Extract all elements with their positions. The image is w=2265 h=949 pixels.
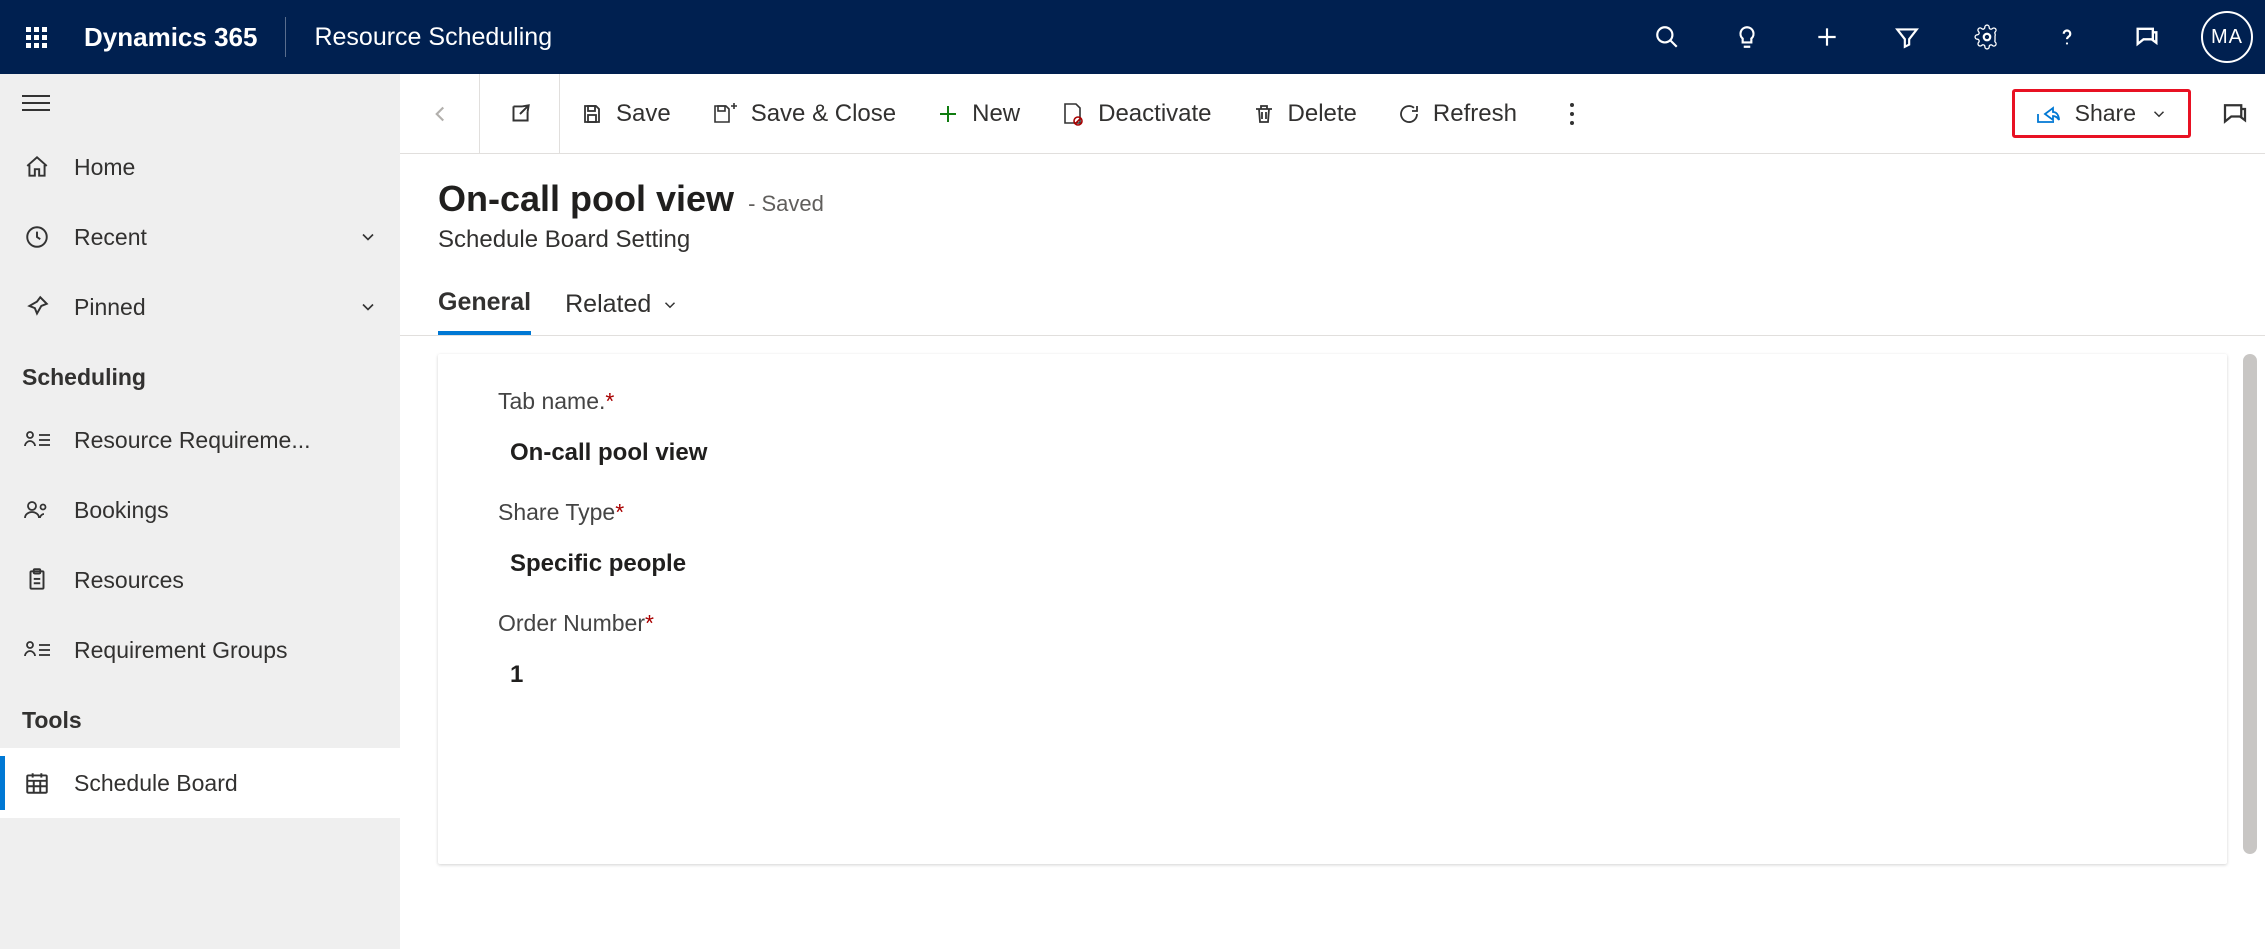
- nav-collapse-button[interactable]: [0, 74, 400, 132]
- nav-bookings[interactable]: Bookings: [0, 475, 400, 545]
- command-bar: Save Save & Close New Deactivate: [400, 74, 2265, 154]
- back-button[interactable]: [400, 74, 480, 153]
- popout-button[interactable]: [480, 74, 560, 153]
- field-order-number[interactable]: Order Number* 1: [498, 610, 2167, 689]
- main-area: Save Save & Close New Deactivate: [400, 74, 2265, 949]
- nav-resources[interactable]: Resources: [0, 545, 400, 615]
- brand-label: Dynamics 365: [84, 22, 257, 53]
- nav-schedule-board[interactable]: Schedule Board: [0, 748, 400, 818]
- button-label: Save & Close: [751, 100, 896, 128]
- people-icon: [22, 497, 52, 523]
- nav-label: Requirement Groups: [74, 637, 378, 664]
- nav-label: Pinned: [74, 294, 336, 321]
- deactivate-icon: [1060, 101, 1086, 127]
- waffle-icon: [26, 27, 47, 48]
- nav-section-tools: Tools: [0, 685, 400, 748]
- nav-label: Recent: [74, 224, 336, 251]
- form-card: Tab name.* On-call pool view Share Type*…: [438, 354, 2227, 864]
- field-label: Tab name.*: [498, 388, 2167, 415]
- share-icon: [2035, 103, 2061, 125]
- field-label: Order Number*: [498, 610, 2167, 637]
- app-name-label: Resource Scheduling: [314, 23, 552, 52]
- tab-related[interactable]: Related: [565, 288, 679, 335]
- nav-pinned[interactable]: Pinned: [0, 272, 400, 342]
- nav-recent[interactable]: Recent: [0, 202, 400, 272]
- field-value: On-call pool view: [498, 439, 2167, 467]
- more-commands-button[interactable]: [1537, 74, 1607, 153]
- header-icon-bar: [1653, 23, 2161, 51]
- vertical-scrollbar[interactable]: [2243, 354, 2257, 854]
- field-value: Specific people: [498, 550, 2167, 578]
- form-area: Tab name.* On-call pool view Share Type*…: [400, 336, 2265, 949]
- field-value: 1: [498, 661, 2167, 689]
- tab-label: General: [438, 288, 531, 317]
- share-button[interactable]: Share: [2012, 89, 2191, 138]
- field-label: Share Type*: [498, 499, 2167, 526]
- new-button[interactable]: New: [916, 74, 1040, 153]
- record-status: - Saved: [748, 191, 824, 217]
- delete-button[interactable]: Delete: [1232, 74, 1377, 153]
- search-icon[interactable]: [1653, 23, 1681, 51]
- record-entity: Schedule Board Setting: [438, 226, 2227, 254]
- person-list-icon: [22, 427, 52, 453]
- home-icon: [22, 154, 52, 180]
- nav-resource-requirements[interactable]: Resource Requireme...: [0, 405, 400, 475]
- app-launcher-button[interactable]: [12, 27, 60, 48]
- hamburger-icon: [22, 95, 50, 111]
- save-icon: [580, 102, 604, 126]
- tab-general[interactable]: General: [438, 288, 531, 335]
- refresh-button[interactable]: Refresh: [1377, 74, 1537, 153]
- clipboard-icon: [22, 567, 52, 593]
- chevron-down-icon: [358, 297, 378, 317]
- side-nav: Home Recent Pinned Scheduling: [0, 74, 400, 949]
- button-label: Share: [2075, 100, 2136, 127]
- person-list-icon: [22, 637, 52, 663]
- button-label: Deactivate: [1098, 100, 1211, 128]
- pin-icon: [22, 294, 52, 320]
- plus-icon: [936, 102, 960, 126]
- nav-section-scheduling: Scheduling: [0, 342, 400, 405]
- calendar-icon: [22, 770, 52, 796]
- chevron-down-icon: [661, 296, 679, 314]
- form-tabs: General Related: [400, 254, 2265, 336]
- nav-home[interactable]: Home: [0, 132, 400, 202]
- user-avatar[interactable]: MA: [2201, 11, 2253, 63]
- button-label: Refresh: [1433, 100, 1517, 128]
- nav-label: Resources: [74, 567, 378, 594]
- avatar-initials: MA: [2211, 26, 2243, 49]
- button-label: Save: [616, 100, 671, 128]
- field-tab-name[interactable]: Tab name.* On-call pool view: [498, 388, 2167, 467]
- chat-icon[interactable]: [2133, 23, 2161, 51]
- save-button[interactable]: Save: [560, 74, 691, 153]
- refresh-icon: [1397, 102, 1421, 126]
- save-close-button[interactable]: Save & Close: [691, 74, 916, 153]
- more-vertical-icon: [1567, 101, 1577, 127]
- record-title: On-call pool view: [438, 178, 734, 220]
- chevron-down-icon: [2150, 105, 2168, 123]
- filter-icon[interactable]: [1893, 23, 1921, 51]
- clock-icon: [22, 224, 52, 250]
- add-icon[interactable]: [1813, 23, 1841, 51]
- record-header: On-call pool view - Saved Schedule Board…: [400, 154, 2265, 254]
- nav-label: Schedule Board: [74, 770, 378, 797]
- assistant-button[interactable]: [2205, 74, 2265, 153]
- deactivate-button[interactable]: Deactivate: [1040, 74, 1231, 153]
- trash-icon: [1252, 102, 1276, 126]
- button-label: New: [972, 100, 1020, 128]
- save-close-icon: [711, 102, 739, 126]
- button-label: Delete: [1288, 100, 1357, 128]
- global-header: Dynamics 365 Resource Scheduling MA: [0, 0, 2265, 74]
- chevron-down-icon: [358, 227, 378, 247]
- nav-label: Resource Requireme...: [74, 427, 378, 454]
- gear-icon[interactable]: [1973, 23, 2001, 51]
- tab-label: Related: [565, 290, 651, 319]
- nav-label: Bookings: [74, 497, 378, 524]
- help-icon[interactable]: [2053, 23, 2081, 51]
- field-share-type[interactable]: Share Type* Specific people: [498, 499, 2167, 578]
- lightbulb-icon[interactable]: [1733, 23, 1761, 51]
- nav-label: Home: [74, 154, 378, 181]
- nav-requirement-groups[interactable]: Requirement Groups: [0, 615, 400, 685]
- header-separator: [285, 17, 286, 57]
